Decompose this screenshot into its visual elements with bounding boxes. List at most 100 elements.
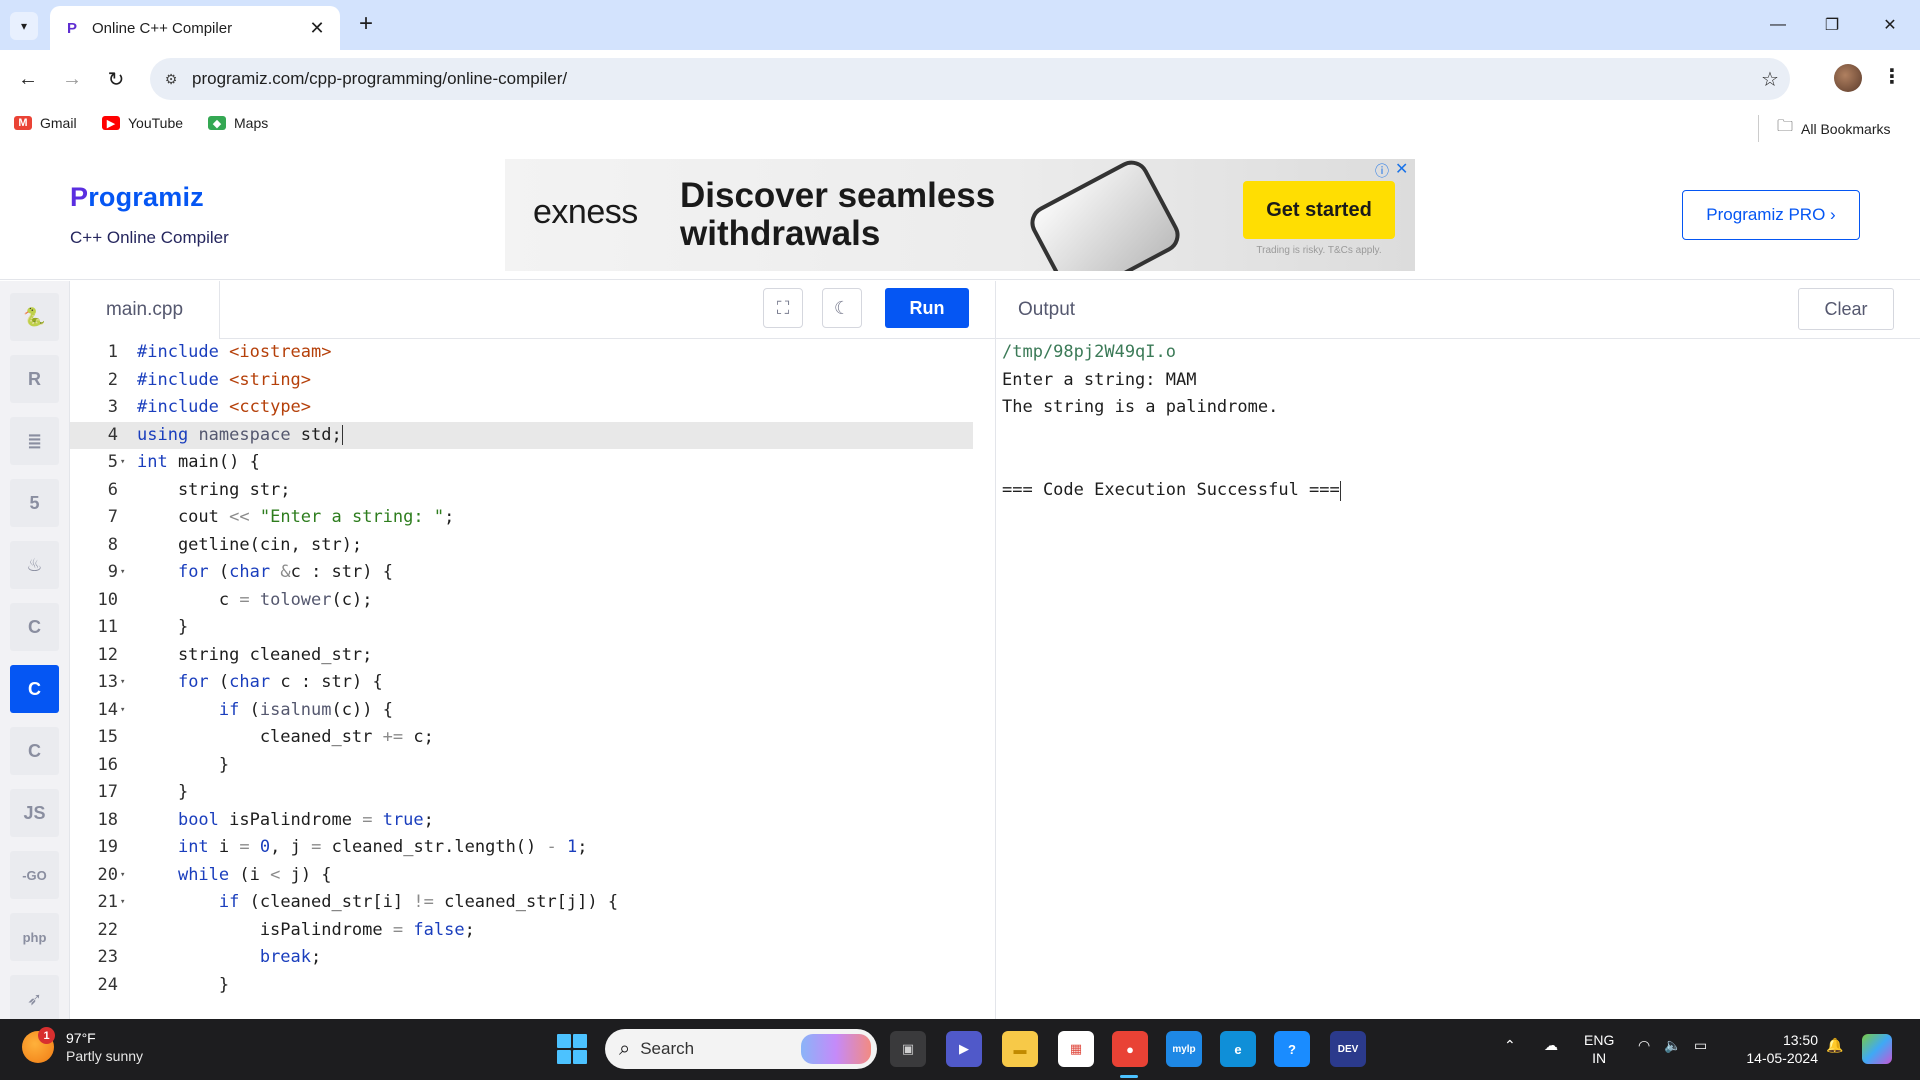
restore-icon[interactable]: ❐ <box>1812 10 1852 40</box>
profile-avatar[interactable] <box>1834 64 1862 92</box>
line-number: 14 <box>97 699 118 720</box>
dev-home-icon[interactable]: DEV <box>1330 1031 1366 1067</box>
code-line[interactable]: 24 } <box>70 972 973 1000</box>
ad-info-icon[interactable]: ⓘ <box>1375 161 1389 181</box>
minimize-icon[interactable]: — <box>1758 10 1798 40</box>
back-arrow-icon[interactable]: ← <box>12 63 44 95</box>
browser-menu-icon[interactable]: ⋮ <box>1880 64 1904 92</box>
csharp-icon[interactable]: C <box>10 727 59 775</box>
code-line[interactable]: 2 #include <string> <box>70 367 973 395</box>
chrome-icon[interactable]: ● <box>1112 1031 1148 1067</box>
all-bookmarks[interactable]: 🗀 All Bookmarks <box>1758 115 1890 142</box>
python-icon[interactable]: 🐍 <box>10 293 59 341</box>
js-icon[interactable]: JS <box>10 789 59 837</box>
mylp-icon[interactable]: mylp <box>1166 1031 1202 1067</box>
database-icon[interactable]: ≣ <box>10 417 59 465</box>
go-icon[interactable]: -GO <box>10 851 59 899</box>
windows-start-icon[interactable] <box>557 1034 587 1064</box>
php-icon[interactable]: php <box>10 913 59 961</box>
bookmark-gmail[interactable]: M Gmail <box>14 115 77 131</box>
task-view-icon[interactable]: ▣ <box>890 1031 926 1067</box>
code-line[interactable]: 13 ▾ for (char c : str) { <box>70 669 973 697</box>
code-line[interactable]: 4 using namespace std; <box>70 421 973 449</box>
code-line[interactable]: 3 #include <cctype> <box>70 394 973 422</box>
fullscreen-icon[interactable]: ⛶ <box>763 288 803 328</box>
r-icon[interactable]: R <box>10 355 59 403</box>
search-icon: ⌕ <box>619 1037 631 1060</box>
bookmark-maps[interactable]: ◆ Maps <box>208 115 268 131</box>
dark-mode-moon-icon[interactable]: ☾ <box>822 288 862 328</box>
weather-widget[interactable]: 1 97°F Partly sunny <box>22 1027 143 1065</box>
swift-icon[interactable]: ➶ <box>10 975 59 1023</box>
fold-toggle-icon[interactable]: ▾ <box>120 669 132 697</box>
reload-icon[interactable]: ↻ <box>100 63 132 95</box>
system-clock[interactable]: 13:50 14-05-2024 <box>1738 1031 1818 1067</box>
file-tab-main-cpp[interactable]: main.cpp <box>70 281 220 339</box>
fold-toggle-icon[interactable]: ▾ <box>120 889 132 917</box>
programiz-pro-button[interactable]: Programiz PRO › <box>1682 190 1860 240</box>
battery-icon[interactable]: ▭ <box>1694 1037 1707 1054</box>
input-language-indicator[interactable]: ENG IN <box>1584 1031 1614 1067</box>
code-line[interactable]: 18 bool isPalindrome = true; <box>70 807 973 835</box>
code-line[interactable]: 17 } <box>70 779 973 807</box>
bookmark-star-icon[interactable]: ☆ <box>1750 67 1790 92</box>
code-line[interactable]: 5 ▾ int main() { <box>70 449 973 477</box>
fold-toggle-icon[interactable]: ▾ <box>120 862 132 890</box>
fold-toggle-icon[interactable]: ▾ <box>120 559 132 587</box>
show-hidden-icons-chevron-icon[interactable]: ⌃ <box>1504 1037 1516 1054</box>
code-line[interactable]: 19 int i = 0, j = cleaned_str.length() -… <box>70 834 973 862</box>
code-line[interactable]: 8 getline(cin, str); <box>70 532 973 560</box>
browser-tab-active[interactable]: P Online C++ Compiler ✕ <box>50 6 340 50</box>
url-text[interactable]: programiz.com/cpp-programming/online-com… <box>192 69 1750 89</box>
store-icon[interactable]: ▦ <box>1058 1031 1094 1067</box>
tab-close-icon[interactable]: ✕ <box>308 18 326 39</box>
c-icon[interactable]: C <box>10 603 59 651</box>
fold-toggle-icon[interactable]: ▾ <box>120 449 132 477</box>
onedrive-cloud-icon[interactable]: ☁ <box>1544 1037 1558 1054</box>
code-line[interactable]: 14 ▾ if (isalnum(c)) { <box>70 697 973 725</box>
new-tab-button[interactable]: + <box>352 10 380 38</box>
speaker-muted-icon[interactable]: 🔈 <box>1664 1037 1681 1054</box>
code-line[interactable]: 12 string cleaned_str; <box>70 642 973 670</box>
help-icon[interactable]: ? <box>1274 1031 1310 1067</box>
programiz-logo[interactable]: Programiz <box>70 182 204 213</box>
tab-title: Online C++ Compiler <box>92 19 233 37</box>
code-line[interactable]: 7 cout << "Enter a string: "; <box>70 504 973 532</box>
code-line[interactable]: 16 } <box>70 752 973 780</box>
code-line[interactable]: 6 string str; <box>70 477 973 505</box>
code-line[interactable]: 23 break; <box>70 944 973 972</box>
site-info-icon[interactable]: ⚙ <box>150 71 192 88</box>
code-line[interactable]: 9 ▾ for (char &c : str) { <box>70 559 973 587</box>
code-line[interactable]: 11 } <box>70 614 973 642</box>
output-console[interactable]: /tmp/98pj2W49qI.o Enter a string: MAM The … <box>995 339 1920 1019</box>
run-button[interactable]: Run <box>885 288 969 328</box>
html5-icon[interactable]: 5 <box>10 479 59 527</box>
code-line[interactable]: 10 c = tolower(c); <box>70 587 973 615</box>
taskbar-search[interactable]: ⌕ Search <box>605 1029 877 1069</box>
line-number: 11 <box>97 617 118 637</box>
tab-search-chevron-icon[interactable]: ▾ <box>10 12 38 40</box>
forward-arrow-icon[interactable]: → <box>56 63 88 95</box>
address-bar[interactable]: ⚙ programiz.com/cpp-programming/online-c… <box>150 58 1790 100</box>
java-icon[interactable]: ♨ <box>10 541 59 589</box>
teams-icon[interactable]: ▶ <box>946 1031 982 1067</box>
code-editor[interactable]: ▲ ▼ 1#include <iostream>2#include <strin… <box>70 339 995 1019</box>
code-line[interactable]: 15 cleaned_str += c; <box>70 724 973 752</box>
folder-icon[interactable]: ▬ <box>1002 1031 1038 1067</box>
edge-icon[interactable]: e <box>1220 1031 1256 1067</box>
fold-toggle-icon[interactable]: ▾ <box>120 697 132 725</box>
code-line[interactable]: 20 ▾ while (i < j) { <box>70 862 973 890</box>
bookmark-youtube[interactable]: ▶ YouTube <box>102 115 183 131</box>
clear-button[interactable]: Clear <box>1798 288 1894 330</box>
window-close-icon[interactable]: ✕ <box>1870 10 1910 40</box>
copilot-icon[interactable] <box>1862 1034 1892 1064</box>
advertisement-banner[interactable]: exness Discover seamless withdrawals Get… <box>505 159 1415 271</box>
code-line[interactable]: 21 ▾ if (cleaned_str[i] != cleaned_str[j]… <box>70 889 973 917</box>
code-line[interactable]: 1 #include <iostream> <box>70 339 973 367</box>
cpp-icon[interactable]: C <box>10 665 59 713</box>
notification-bell-icon[interactable]: 🔔 <box>1826 1037 1843 1054</box>
ad-close-icon[interactable]: ✕ <box>1395 159 1408 179</box>
ad-get-started-button[interactable]: Get started <box>1243 181 1395 239</box>
wifi-icon[interactable]: ◠ <box>1638 1037 1650 1054</box>
code-line[interactable]: 22 isPalindrome = false; <box>70 917 973 945</box>
